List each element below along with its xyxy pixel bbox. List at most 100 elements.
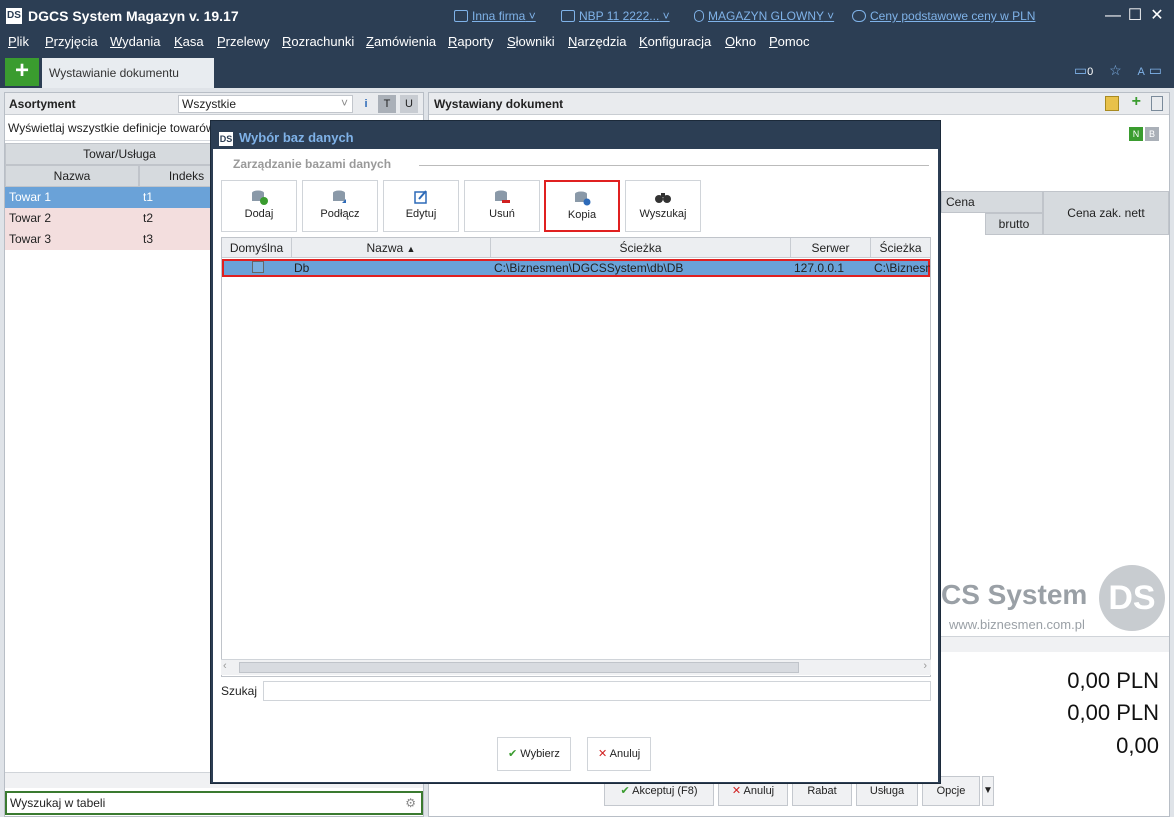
add-tab-button[interactable]: + (5, 58, 39, 86)
db-name-cell: Db (294, 261, 310, 275)
col-sciezka[interactable]: Ścieżka (491, 238, 791, 258)
briefcase-icon (454, 10, 468, 22)
menu-pomoc[interactable]: Pomoc (769, 34, 809, 49)
menu-narzedzia[interactable]: Narzędzia (568, 34, 627, 49)
col-domyslna[interactable]: Domyślna (222, 238, 292, 258)
opcje-dropdown-icon[interactable]: ▼ (982, 776, 994, 806)
search-label: Szukaj (221, 684, 258, 698)
menu-kasa[interactable]: Kasa (174, 34, 204, 49)
company-selector[interactable]: Inna firma ˅ (454, 9, 536, 23)
database-dialog: DS Wybór baz danych Zarządzanie bazami da… (210, 120, 941, 784)
total-value-1: 0,00 PLN (1067, 668, 1159, 693)
dodaj-button[interactable]: Dodaj (221, 180, 297, 232)
assortment-title: Asortyment (9, 97, 76, 111)
table-row[interactable]: Towar 2 (5, 208, 139, 229)
menu-przyjecia[interactable]: Przyjęcia (45, 34, 98, 49)
menu-konfiguracja[interactable]: Konfiguracja (639, 34, 711, 49)
menu-plik[interactable]: Plik (8, 34, 29, 49)
col-nazwa-db[interactable]: Nazwa ▲ (292, 238, 491, 258)
tab-bar: + Wystawianie dokumentu ▭0 ☆ A ▭ (0, 56, 1174, 88)
col-cena-zak[interactable]: Cena zak. nett (1043, 191, 1169, 235)
menu-zamowienia[interactable]: Zamówienia (366, 34, 436, 49)
kopia-button[interactable]: Kopia (544, 180, 620, 232)
podlacz-button[interactable]: Podłącz (302, 180, 378, 232)
f2-icon[interactable] (1105, 96, 1119, 111)
db-add-icon (252, 190, 268, 205)
menu-bar: Plik Przyjęcia Wydania Kasa Przelewy Roz… (0, 32, 1174, 54)
dodaj-label: Dodaj (244, 208, 274, 220)
col-sciezka-2[interactable]: Ścieżka (871, 238, 930, 258)
wybierz-label: Wybierz (520, 748, 560, 760)
edytuj-label: Edytuj (405, 208, 437, 220)
scroll-right-icon[interactable]: › (923, 660, 927, 672)
edytuj-button[interactable]: Edytuj (383, 180, 459, 232)
company-label: Inna firma (472, 9, 526, 23)
col-nazwa[interactable]: Nazwa (5, 165, 139, 187)
monitor-icon[interactable]: ▭ (1074, 62, 1087, 78)
menu-przelewy[interactable]: Przelewy (217, 34, 270, 49)
anuluj-button[interactable]: ✕ Anuluj (587, 737, 652, 771)
usun-button[interactable]: Usuń (464, 180, 540, 232)
anuluj-label: Anuluj (609, 748, 641, 760)
minimize-icon[interactable]: — (1103, 6, 1123, 26)
info-icon[interactable]: i (357, 95, 375, 113)
check-icon: ✔ (620, 785, 633, 797)
coins-icon (852, 10, 866, 22)
menu-wydania[interactable]: Wydania (110, 34, 160, 49)
tab-document[interactable]: Wystawianie dokumentu (42, 58, 214, 88)
table-row[interactable]: Towar 3 (5, 229, 139, 250)
scroll-thumb[interactable] (239, 662, 799, 673)
table-row[interactable]: Towar 1 (5, 187, 139, 208)
table-hscroll[interactable]: ‹ › (221, 659, 931, 675)
maximize-icon[interactable]: ☐ (1125, 6, 1145, 26)
close-icon[interactable]: ✕ (1147, 6, 1167, 26)
title-bar: DS DGCS System Magazyn v. 19.17 Inna fir… (0, 0, 1174, 32)
db-connect-icon (333, 190, 346, 203)
rate-selector[interactable]: NBP 11 2222... ˅ (561, 9, 670, 23)
font-size-icon[interactable]: A (1138, 66, 1145, 78)
group-header: Towar/Usługa (5, 143, 234, 165)
wyszukaj-button[interactable]: Wyszukaj (625, 180, 701, 232)
dialog-body: Zarządzanie bazami danych Dodaj Podłącz … (213, 149, 938, 782)
table-search-input[interactable]: Wyszukaj w tabeli ⚙ (5, 791, 423, 815)
search-placeholder: Wyszukaj w tabeli (10, 796, 106, 810)
assortment-filter[interactable]: Wszystkie ˅ (178, 95, 353, 113)
filter-value: Wszystkie (182, 97, 236, 111)
brand-logo: DS (1099, 565, 1165, 631)
hide-panel-icon[interactable]: ▭ (1149, 62, 1162, 78)
menu-slowniki[interactable]: Słowniki (507, 34, 555, 49)
u-toggle[interactable]: U (400, 95, 418, 113)
warehouse-selector[interactable]: MAGAZYN GLOWNY ˅ (694, 9, 834, 23)
menu-okno[interactable]: Okno (725, 34, 756, 49)
menu-rozrachunki[interactable]: Rozrachunki (282, 34, 354, 49)
scroll-left-icon[interactable]: ‹ (223, 660, 227, 672)
db-server-cell: 127.0.0.1 (794, 261, 845, 275)
x-icon: ✕ (598, 748, 610, 760)
price-selector[interactable]: Ceny podstawowe ceny w PLN (852, 9, 1035, 23)
kopia-label: Kopia (567, 209, 597, 221)
wybierz-button[interactable]: ✔ Wybierz (497, 737, 571, 771)
gear-icon[interactable]: ⚙ (405, 796, 416, 810)
table-row[interactable]: Db C:\Biznesmen\DGCSSystem\db\DB 127.0.0… (222, 259, 930, 277)
brand-website: www.biznesmen.com.pl (949, 617, 1085, 632)
db-search-input[interactable] (263, 681, 931, 701)
star-icon[interactable]: ☆ (1109, 62, 1122, 78)
page-icon[interactable] (1151, 96, 1163, 111)
menu-raporty[interactable]: Raporty (448, 34, 494, 49)
col-serwer[interactable]: Serwer (791, 238, 871, 258)
db-path2-cell: C:\Biznesm (874, 261, 930, 275)
binoculars-icon (655, 193, 671, 203)
b-badge[interactable]: B (1145, 127, 1159, 141)
price-label: Ceny podstawowe ceny w PLN (870, 9, 1036, 23)
default-checkbox[interactable] (252, 261, 264, 273)
dialog-title-text: Wybór baz danych (239, 130, 354, 145)
app-logo-icon: DS (6, 8, 22, 24)
t-toggle[interactable]: T (378, 95, 396, 113)
add-document-icon[interactable]: + (1132, 93, 1141, 111)
n-badge[interactable]: N (1129, 127, 1143, 141)
wyszukaj-label: Wyszukaj (639, 208, 687, 220)
col-brutto[interactable]: brutto (985, 213, 1043, 235)
sort-up-icon: ▲ (406, 244, 416, 254)
cancel-doc-label: Anuluj (743, 785, 775, 797)
col-cena[interactable]: Cena (941, 191, 1043, 213)
